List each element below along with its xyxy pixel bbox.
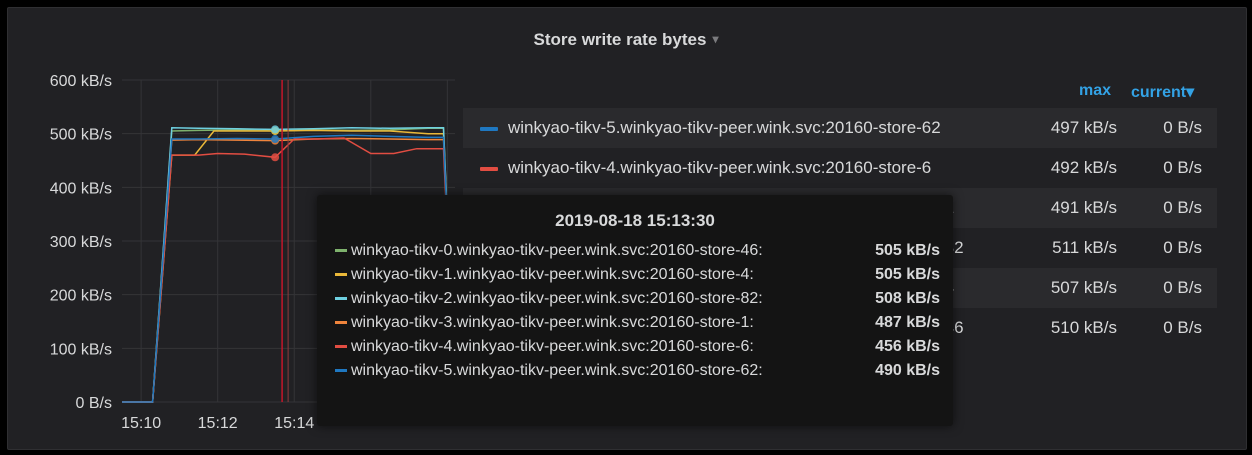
x-tick-label: 15:10 (121, 415, 161, 432)
legend-current-value: 0 B/s (1163, 158, 1202, 177)
tooltip-value: 487 kB/s (875, 314, 940, 331)
tooltip-row: winkyao-tikv-4.winkyao-tikv-peer.wink.sv… (335, 336, 940, 358)
legend-row[interactable]: winkyao-tikv-5.winkyao-tikv-peer.wink.sv… (463, 108, 1217, 148)
legend-max-value: 510 kB/s (1050, 318, 1117, 337)
hover-point (271, 135, 280, 144)
tooltip-row: winkyao-tikv-2.winkyao-tikv-peer.wink.sv… (335, 288, 940, 310)
panel-title-text[interactable]: Store write rate bytes (534, 30, 707, 49)
legend-max-value: 497 kB/s (1050, 118, 1117, 137)
legend-current-value: 0 B/s (1163, 118, 1202, 137)
legend-series-name[interactable]: winkyao-tikv-4.winkyao-tikv-peer.wink.sv… (508, 158, 931, 178)
tooltip-swatch (335, 321, 347, 324)
tooltip-series-name: winkyao-tikv-3.winkyao-tikv-peer.wink.sv… (351, 314, 754, 331)
x-tick-label: 15:14 (274, 415, 314, 432)
tooltip-swatch (335, 369, 347, 372)
x-tick-label: 15:12 (198, 415, 238, 432)
y-tick-label: 500 kB/s (50, 127, 112, 144)
tooltip-swatch (335, 345, 347, 348)
legend-current-value: 0 B/s (1163, 198, 1202, 217)
tooltip-value: 508 kB/s (875, 290, 940, 307)
tooltip-time: 2019-08-18 15:13:30 (555, 211, 715, 230)
tooltip-series-name: winkyao-tikv-4.winkyao-tikv-peer.wink.sv… (351, 338, 754, 355)
chevron-down-icon[interactable]: ▾ (712, 32, 718, 46)
legend-header-max[interactable]: max (1079, 82, 1111, 100)
tooltip-series-name: winkyao-tikv-1.winkyao-tikv-peer.wink.sv… (351, 266, 754, 283)
tooltip-value: 505 kB/s (875, 266, 940, 283)
tooltip-value: 490 kB/s (875, 362, 940, 379)
tooltip-row: winkyao-tikv-5.winkyao-tikv-peer.wink.sv… (335, 360, 940, 382)
x-axis: 15:10 15:12 15:14 (121, 415, 314, 432)
tooltip-swatch (335, 273, 347, 276)
y-tick-label: 600 kB/s (50, 73, 112, 90)
legend-current-value: 0 B/s (1163, 318, 1202, 337)
legend-row[interactable]: winkyao-tikv-4.winkyao-tikv-peer.wink.sv… (463, 148, 1217, 188)
tooltip-row: winkyao-tikv-1.winkyao-tikv-peer.wink.sv… (335, 264, 940, 286)
legend-swatch[interactable] (480, 167, 498, 171)
hover-tooltip: 2019-08-18 15:13:30 winkyao-tikv-0.winky… (317, 195, 953, 426)
legend-max-value: 491 kB/s (1050, 198, 1117, 217)
hover-point (271, 125, 280, 134)
legend-current-value: 0 B/s (1163, 278, 1202, 297)
y-tick-label: 300 kB/s (50, 234, 112, 251)
legend-max-value: 492 kB/s (1050, 158, 1117, 177)
tooltip-row: winkyao-tikv-0.winkyao-tikv-peer.wink.sv… (335, 240, 940, 262)
y-axis: 600 kB/s 500 kB/s 400 kB/s 300 kB/s 200 kB/s… (50, 73, 112, 412)
legend-swatch[interactable] (480, 127, 498, 131)
tooltip-swatch (335, 249, 347, 252)
tooltip-value: 456 kB/s (875, 338, 940, 355)
tooltip-row: winkyao-tikv-3.winkyao-tikv-peer.wink.sv… (335, 312, 940, 334)
legend-max-value: 511 kB/s (1052, 238, 1117, 257)
legend-max-value: 507 kB/s (1050, 278, 1117, 297)
y-tick-label: 200 kB/s (50, 288, 112, 305)
y-tick-label: 0 B/s (76, 395, 112, 412)
tooltip-value: 505 kB/s (875, 242, 940, 259)
legend-series-name[interactable]: winkyao-tikv-5.winkyao-tikv-peer.wink.sv… (508, 118, 941, 138)
tooltip-swatch (335, 297, 347, 300)
hover-point (271, 153, 280, 162)
legend-header-current[interactable]: current▾ (1131, 82, 1194, 102)
y-tick-label: 100 kB/s (50, 341, 112, 358)
tooltip-series-name: winkyao-tikv-2.winkyao-tikv-peer.wink.sv… (351, 290, 763, 307)
y-tick-label: 400 kB/s (50, 180, 112, 197)
legend-current-value: 0 B/s (1163, 238, 1202, 257)
tooltip-series-name: winkyao-tikv-5.winkyao-tikv-peer.wink.sv… (351, 362, 763, 379)
tooltip-series-name: winkyao-tikv-0.winkyao-tikv-peer.wink.sv… (351, 242, 763, 259)
